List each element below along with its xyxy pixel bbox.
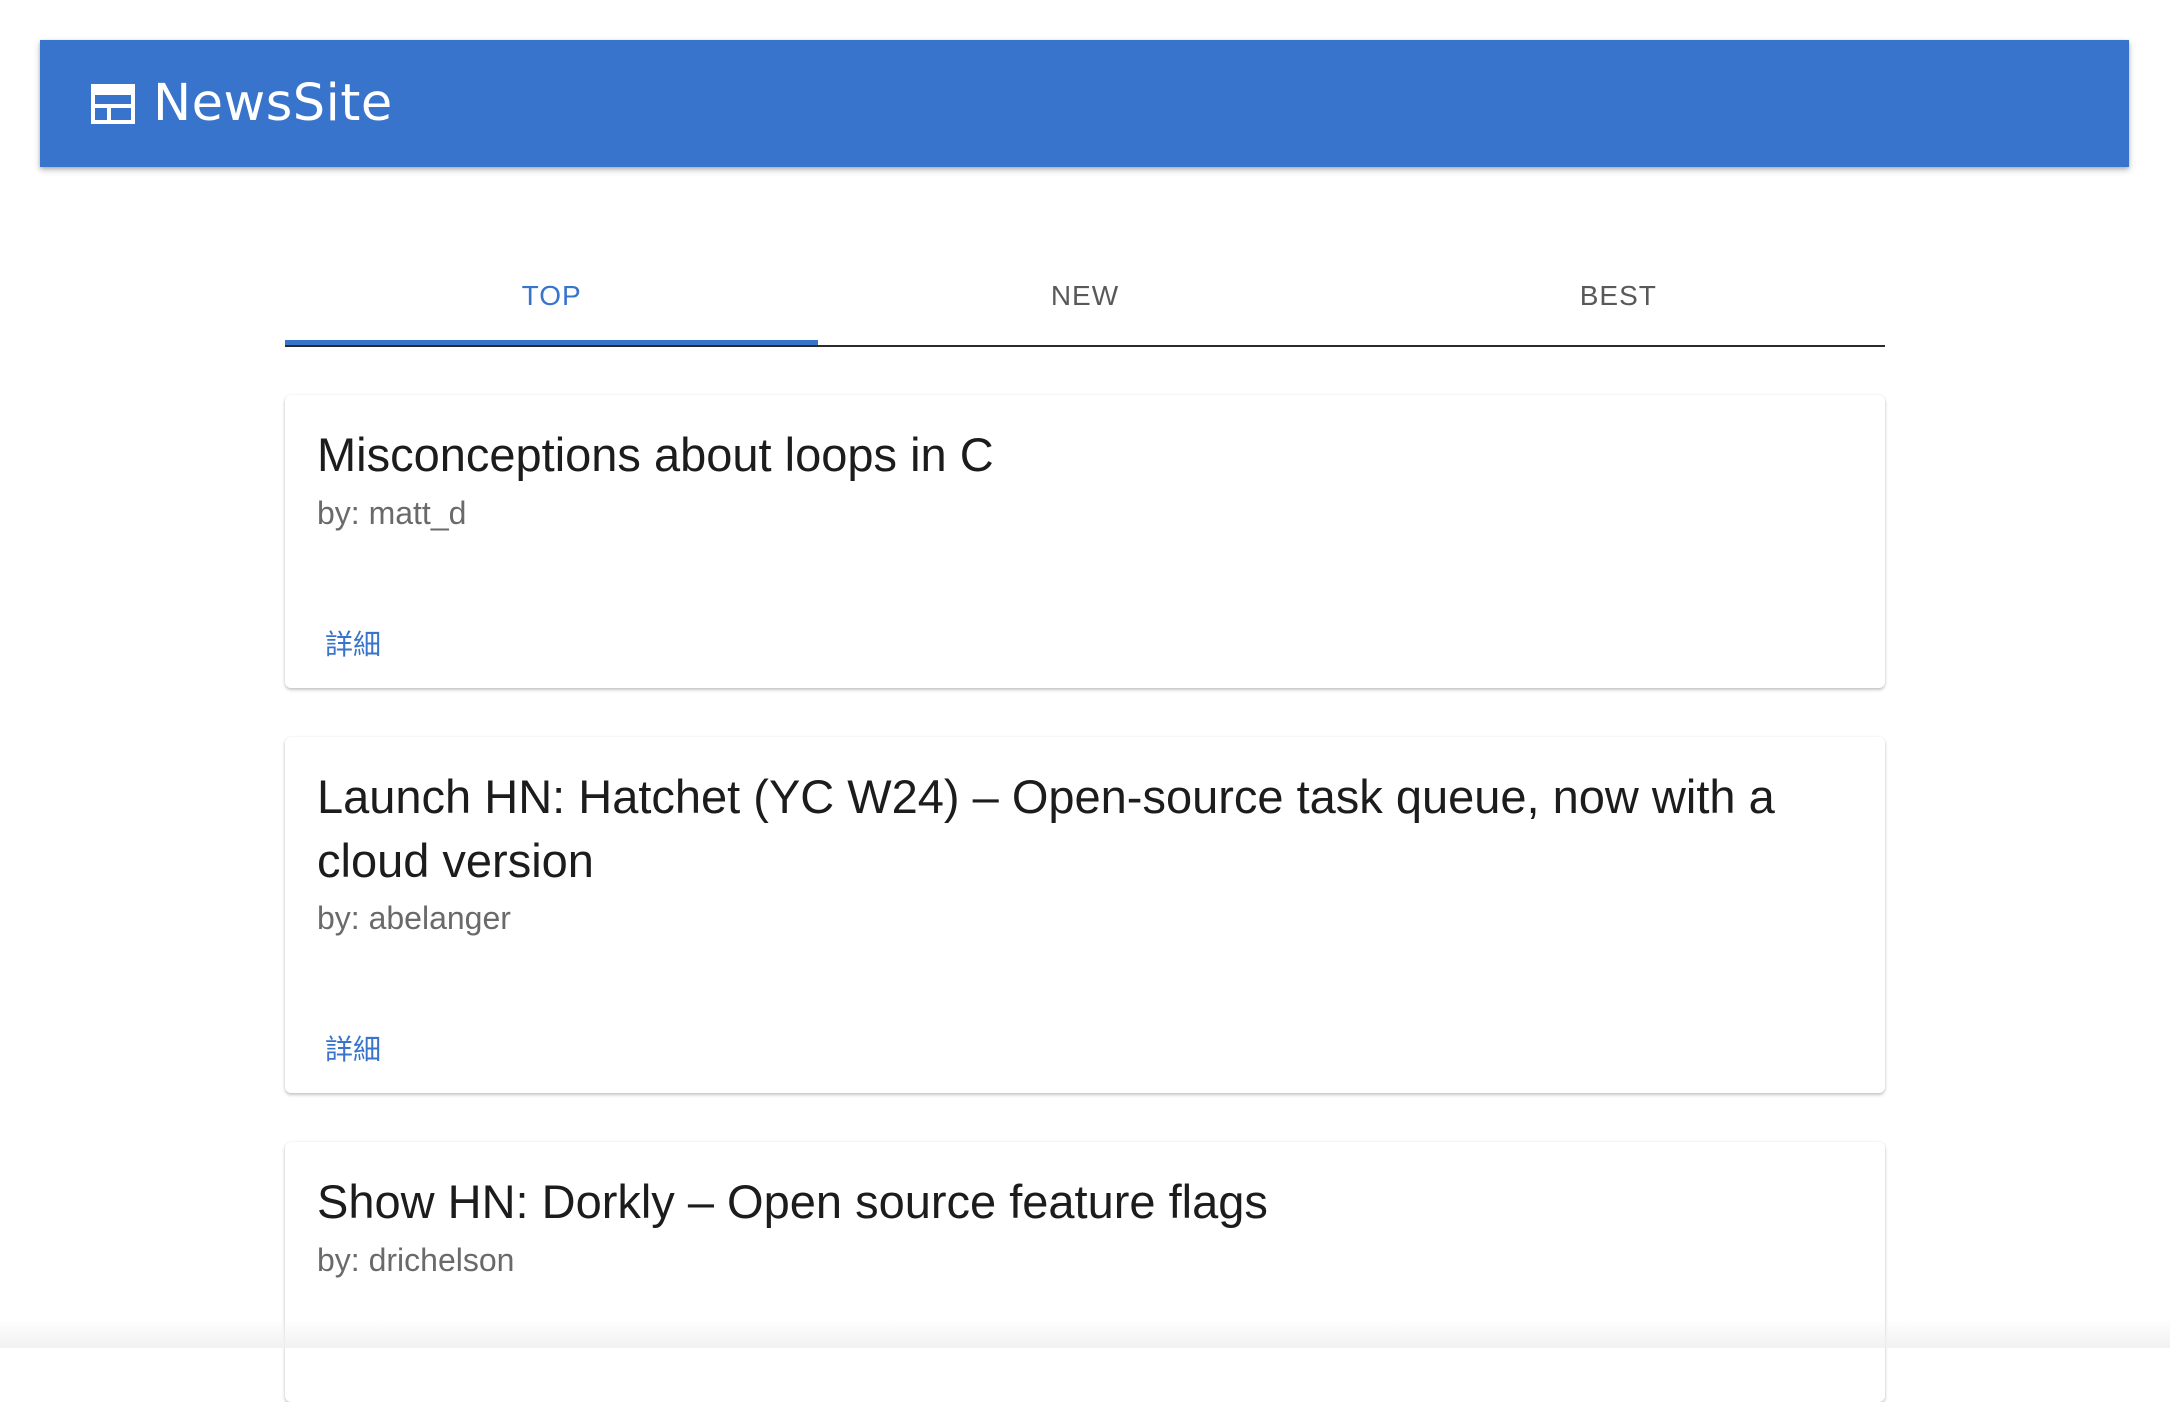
- story-title: Misconceptions about loops in C: [317, 428, 994, 481]
- newspaper-icon: [91, 83, 135, 124]
- story-card: Misconceptions about loops in C by: matt…: [285, 395, 1885, 688]
- story-title: Launch HN: Hatchet (YC W24) – Open-sourc…: [317, 770, 1775, 887]
- story-tabs: TOP NEW BEST: [285, 265, 1885, 347]
- story-card: Launch HN: Hatchet (YC W24) – Open-sourc…: [285, 737, 1885, 1093]
- app-bar: NewsSite: [40, 40, 2129, 167]
- tab-new[interactable]: NEW: [818, 265, 1351, 327]
- story-author: by: matt_d: [317, 495, 467, 531]
- details-button[interactable]: 詳細: [325, 1022, 381, 1074]
- app-title[interactable]: NewsSite: [153, 74, 393, 133]
- tab-top[interactable]: TOP: [285, 265, 819, 345]
- scroll-fade: [0, 1318, 2170, 1348]
- tab-best[interactable]: BEST: [1352, 265, 1885, 327]
- details-button[interactable]: 詳細: [325, 617, 381, 669]
- story-title: Show HN: Dorkly – Open source feature fl…: [317, 1175, 1268, 1228]
- story-author: by: abelanger: [317, 900, 511, 936]
- story-card: Show HN: Dorkly – Open source feature fl…: [285, 1142, 1885, 1402]
- story-author: by: drichelson: [317, 1242, 515, 1278]
